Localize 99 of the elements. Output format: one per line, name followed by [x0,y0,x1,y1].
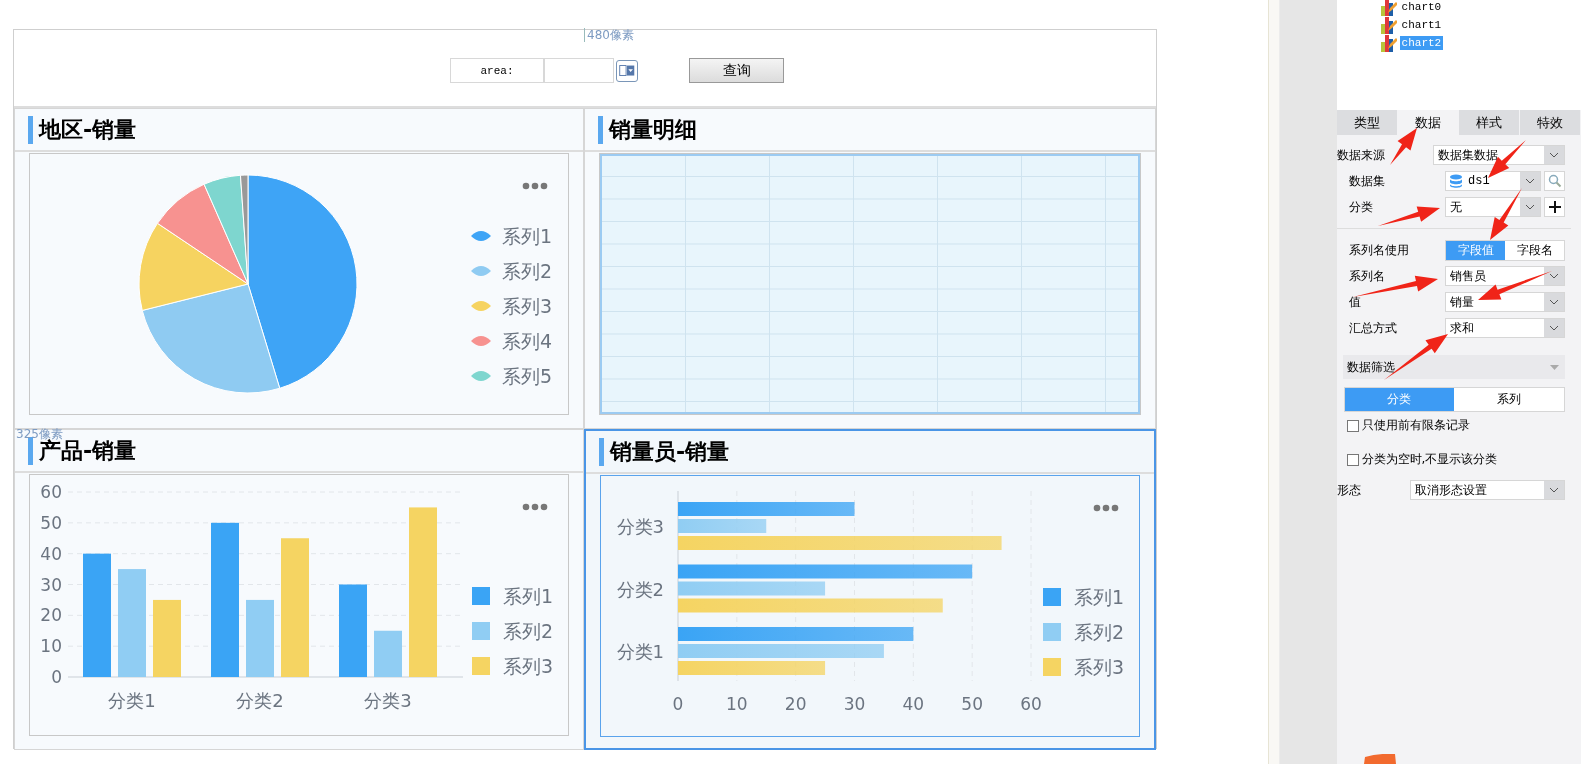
toggle-option[interactable]: 字段名 [1505,240,1564,260]
axis-label: 20 [40,605,62,626]
dropdown-field[interactable]: 销量 [1445,292,1565,312]
legend-label[interactable]: 系列2 [1074,621,1125,643]
chart-edit-icon [1379,16,1397,34]
panel-title: 销量明细 [609,115,697,144]
axis-label: 分类1 [616,641,664,662]
caret-icon [1550,364,1559,370]
dropdown-field[interactable]: 数据集数据 [1433,145,1565,165]
caret-icon [1549,299,1559,305]
field-label: 汇总方式 [1348,319,1397,337]
property-tab[interactable]: 样式 [1458,110,1519,135]
legend-label[interactable]: 系列1 [502,225,553,247]
axis-label: 50 [961,694,983,714]
legend-label[interactable]: 系列5 [502,365,553,387]
property-tab[interactable]: 类型 [1336,110,1397,135]
field-label: area: [450,58,544,83]
axis-label: 60 [40,482,62,502]
more-icon[interactable] [522,503,548,511]
dropdown-field[interactable]: ds1 [1445,171,1541,191]
search-button[interactable] [1544,171,1565,191]
add-button[interactable] [1544,197,1565,217]
axis-label: 分类3 [364,690,412,711]
height-marker: 325像素 [16,426,63,441]
field-label: 数据来源 [1336,146,1385,164]
tree-item[interactable]: chart1 [1399,18,1444,32]
chart-panel[interactable]: 销量明细 [584,108,1156,429]
field-label: 数据集 [1348,172,1385,190]
dropdown-icon[interactable] [616,59,638,82]
legend-label[interactable]: 系列2 [503,620,554,642]
axis-label: 30 [40,574,62,595]
dropdown-field[interactable]: 无 [1445,197,1541,217]
axis-label: 0 [672,694,684,714]
axis-label: 10 [40,636,62,657]
query-button[interactable]: 查询 [689,58,784,83]
field-label: 分类 [1348,198,1373,216]
axis-label: 40 [40,543,62,564]
annotation-arrow [1490,188,1522,240]
database-icon [1450,174,1462,188]
dropdown-field[interactable]: 求和 [1445,318,1565,338]
caret-icon [1549,487,1559,493]
more-icon[interactable] [1093,504,1119,512]
caret-icon [1549,273,1559,279]
annotation-arrow [1384,334,1448,380]
legend-label[interactable]: 系列3 [1074,656,1125,678]
dropdown-field[interactable]: 取消形态设置 [1410,480,1565,500]
section-title: 数据筛选 [1346,358,1395,376]
chart-bar [374,630,402,677]
chart-panel[interactable]: 销量员-销量 0 10 20 30 40 50 60 分类3 分类2 分类1 系列1 系列2 系列3 [584,429,1156,750]
axis-label: 50 [40,512,62,533]
legend-label[interactable]: 系列2 [502,260,553,282]
accent-bar-icon [28,436,33,465]
chart-edit-icon [1379,0,1397,16]
legend-label[interactable]: 系列4 [502,330,553,352]
filter-tab[interactable]: 系列 [1454,388,1564,411]
axis-label: 20 [784,694,807,714]
field-label: 值 [1348,293,1361,311]
annotation-arrow [1390,128,1417,165]
panel-title: 地区-销量 [39,115,137,144]
accent-bar-icon [599,437,604,466]
search-icon [1547,174,1562,188]
axis-label: 10 [726,694,748,714]
axis-label: 30 [843,694,866,714]
plus-icon [1548,201,1561,213]
chart-edit-icon [1379,34,1397,52]
more-icon[interactable] [522,182,548,190]
legend-label[interactable]: 系列1 [1074,586,1125,608]
dropdown-field[interactable]: 销售员 [1445,266,1565,286]
checkbox-label: 只使用前有限条记录 [1361,417,1470,434]
caret-icon [1525,178,1535,184]
property-tab[interactable]: 特效 [1519,110,1580,135]
tree-item[interactable]: chart0 [1399,0,1444,14]
caret-icon [1549,325,1559,331]
checkbox[interactable] [1346,419,1359,432]
legend-label[interactable]: 系列3 [503,655,554,677]
axis-label: 分类1 [108,690,156,711]
field-label: 系列名使用 [1348,241,1409,259]
annotation-arrow [1378,206,1440,226]
legend-label[interactable]: 系列1 [503,585,554,607]
axis-label: 0 [51,667,62,687]
field-label: 形态 [1336,481,1361,499]
axis-label: 分类2 [616,578,664,600]
caret-icon [1525,204,1535,210]
accent-bar-icon [598,115,603,144]
checkbox[interactable] [1346,453,1359,466]
axis-label: 分类3 [616,516,664,537]
panel-title: 销量员-销量 [610,437,730,466]
checkbox-label: 分类为空时,不显示该分类 [1361,451,1498,468]
axis-label: 分类2 [236,690,284,711]
app-icon[interactable] [1361,754,1396,764]
area-input-field[interactable] [544,58,614,83]
field-label: 系列名 [1348,267,1385,285]
axis-label: 40 [902,694,925,714]
axis-label: 60 [1020,694,1042,714]
chart-panel[interactable]: 地区-销量 系列1 系列2 系列3 系列4 系列5 [14,108,584,429]
collapse-bar[interactable]: 数据筛选 [1342,355,1565,379]
caret-icon [1549,152,1559,158]
accent-bar-icon [28,115,33,144]
legend-label[interactable]: 系列3 [502,295,553,317]
